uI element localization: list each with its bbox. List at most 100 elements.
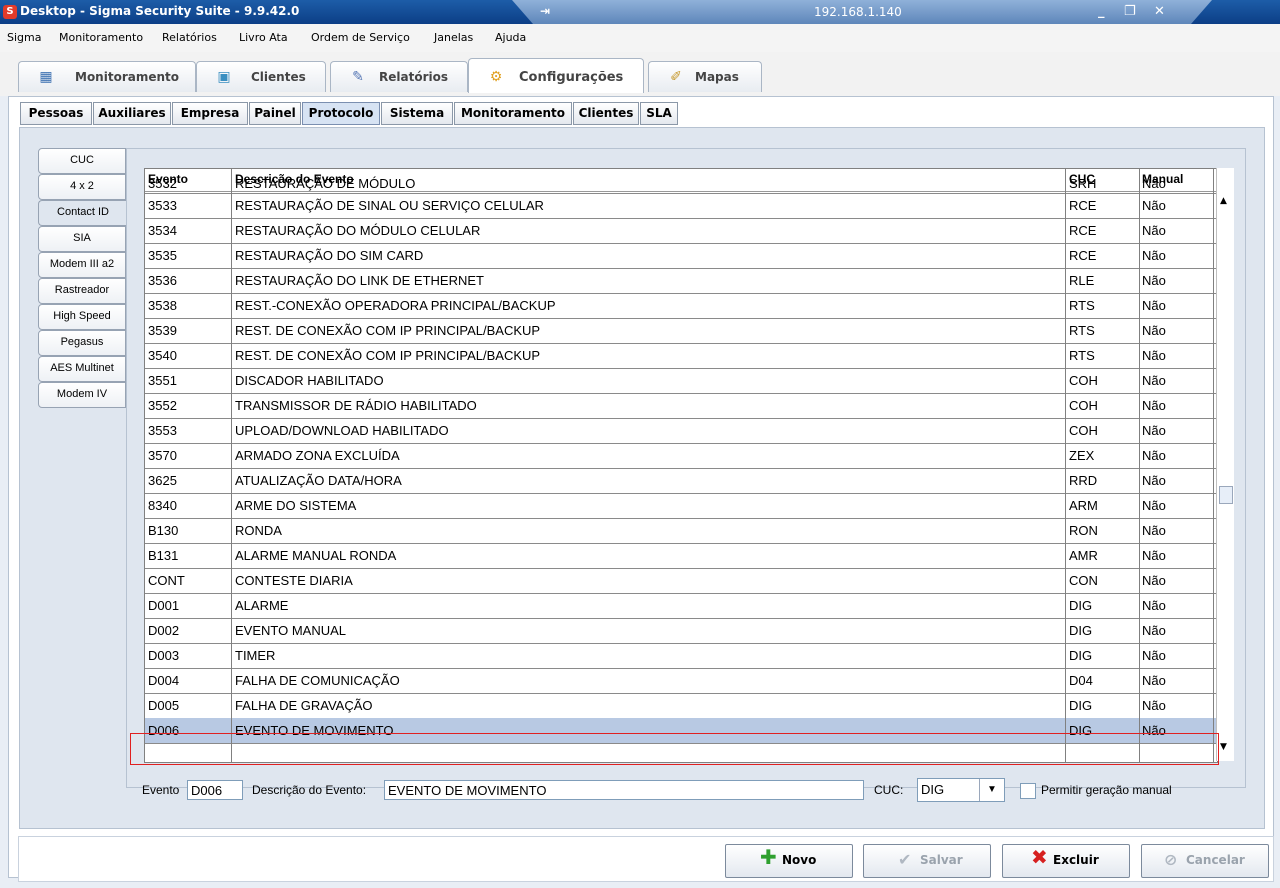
scroll-down-icon[interactable]: ▼ bbox=[1220, 742, 1227, 752]
subtab-sistema[interactable]: Sistema bbox=[381, 102, 453, 125]
protocol-tab-4x2[interactable]: 4 x 2 bbox=[38, 174, 126, 200]
main-tab-bar: ▦ Monitoramento ▣ Clientes ✎ Relatórios … bbox=[0, 52, 1280, 96]
novo-button[interactable]: ✚ Novo bbox=[725, 844, 853, 878]
table-row[interactable]: 3536 RESTAURAÇÃO DO LINK DE ETHERNET RLE Nã… bbox=[145, 268, 1217, 294]
cell-manual: Não bbox=[1142, 273, 1166, 288]
monitoring-icon: ▦ bbox=[39, 69, 53, 85]
cuc-select[interactable]: DIG ▼ bbox=[917, 778, 1005, 802]
tab-label: Relatórios bbox=[379, 70, 448, 84]
cell-cuc: RTS bbox=[1069, 323, 1095, 338]
cell-cuc: RON bbox=[1069, 523, 1098, 538]
cell-desc: RESTAURAÇÃO DE SINAL OU SERVIÇO CELULAR bbox=[235, 198, 544, 213]
table-row-selected[interactable]: D006 EVENTO DE MOVIMENTO DIG Não bbox=[145, 718, 1217, 744]
protocol-tab-sia[interactable]: SIA bbox=[38, 226, 126, 252]
subtab-painel[interactable]: Painel bbox=[249, 102, 301, 125]
protocol-tab-high-speed[interactable]: High Speed bbox=[38, 304, 126, 330]
cell-code: CONT bbox=[148, 573, 185, 588]
cell-desc: ALARME bbox=[235, 598, 289, 613]
edit-form: Evento D006 Descrição do Evento: EVENTO … bbox=[0, 770, 1280, 810]
table-row[interactable]: D001 ALARME DIG Não bbox=[145, 593, 1217, 619]
table-row[interactable]: CONT CONTESTE DIARIA CON Não bbox=[145, 568, 1217, 594]
table-row[interactable]: 3553 UPLOAD/DOWNLOAD HABILITADO COH Não bbox=[145, 418, 1217, 444]
cell-cuc: SRH bbox=[1069, 176, 1097, 191]
table-row[interactable]: 3539 REST. DE CONEXÃO COM IP PRINCIPAL/BA… bbox=[145, 318, 1217, 344]
table-row[interactable]: 8340 ARME DO SISTEMA ARM Não bbox=[145, 493, 1217, 519]
cancelar-button[interactable]: ⊘ Cancelar bbox=[1141, 844, 1269, 878]
tab-configuracoes[interactable]: ⚙ Configurações bbox=[468, 58, 644, 93]
protocol-tab-cuc[interactable]: CUC bbox=[38, 148, 126, 174]
tab-label: Monitoramento bbox=[75, 70, 180, 84]
cell-code: D002 bbox=[148, 623, 180, 638]
minimize-icon[interactable]: _ bbox=[1098, 4, 1105, 19]
subtab-auxiliares[interactable]: Auxiliares bbox=[93, 102, 171, 125]
menu-livro-ata[interactable]: Livro Ata bbox=[239, 31, 288, 44]
cell-manual: Não bbox=[1142, 348, 1166, 363]
subtab-monitoramento[interactable]: Monitoramento bbox=[454, 102, 572, 125]
cell-cuc: RCE bbox=[1069, 198, 1097, 213]
menu-monitoramento[interactable]: Monitoramento bbox=[59, 31, 143, 44]
menu-ajuda[interactable]: Ajuda bbox=[495, 31, 526, 44]
chevron-down-icon[interactable]: ▼ bbox=[979, 779, 1004, 801]
excluir-button[interactable]: ✖ Excluir bbox=[1002, 844, 1130, 878]
subtab-pessoas[interactable]: Pessoas bbox=[20, 102, 92, 125]
tab-monitoramento[interactable]: ▦ Monitoramento bbox=[18, 61, 196, 92]
gear-icon: ⚙ bbox=[489, 69, 503, 85]
cell-code: 3535 bbox=[148, 248, 177, 263]
table-row[interactable]: D003 TIMER DIG Não bbox=[145, 643, 1217, 669]
table-row[interactable]: 3570 ARMADO ZONA EXCLUÍDA ZEX Não bbox=[145, 443, 1217, 469]
table-row[interactable]: D005 FALHA DE GRAVAÇÃO DIG Não bbox=[145, 693, 1217, 719]
tab-clientes[interactable]: ▣ Clientes bbox=[196, 61, 326, 92]
protocol-tab-pegasus[interactable]: Pegasus bbox=[38, 330, 126, 356]
scroll-thumb[interactable] bbox=[1219, 486, 1233, 504]
col-divider bbox=[1139, 169, 1140, 762]
grid-scrollbar[interactable]: ▲ ▼ bbox=[1216, 168, 1234, 761]
protocol-tab-rastreador[interactable]: Rastreador bbox=[38, 278, 126, 304]
menu-janelas[interactable]: Janelas bbox=[434, 31, 473, 44]
menu-bar: Sigma Monitoramento Relatórios Livro Ata… bbox=[0, 24, 1280, 53]
cell-desc: ARME DO SISTEMA bbox=[235, 498, 357, 513]
scroll-up-icon[interactable]: ▲ bbox=[1220, 196, 1227, 206]
cell-manual: Não bbox=[1142, 298, 1166, 313]
evento-field[interactable]: D006 bbox=[187, 780, 243, 800]
table-row[interactable]: B131 ALARME MANUAL RONDA AMR Não bbox=[145, 543, 1217, 569]
protocol-tab-modem-iii-a2[interactable]: Modem III a2 bbox=[38, 252, 126, 278]
salvar-button[interactable]: ✔ Salvar bbox=[863, 844, 991, 878]
descricao-field[interactable]: EVENTO DE MOVIMENTO bbox=[384, 780, 864, 800]
menu-sigma[interactable]: Sigma bbox=[7, 31, 41, 44]
table-row[interactable]: 3533 RESTAURAÇÃO DE SINAL OU SERVIÇO CELU… bbox=[145, 193, 1217, 219]
tab-relatorios[interactable]: ✎ Relatórios bbox=[330, 61, 468, 92]
restore-icon[interactable]: ❐ bbox=[1124, 4, 1136, 19]
protocol-tab-aes-multinet[interactable]: AES Multinet bbox=[38, 356, 126, 382]
cell-code: 3534 bbox=[148, 223, 177, 238]
menu-ordem-servico[interactable]: Ordem de Serviço bbox=[311, 31, 410, 44]
menu-relatorios[interactable]: Relatórios bbox=[162, 31, 217, 44]
table-row[interactable]: D004 FALHA DE COMUNICAÇÃO D04 Não bbox=[145, 668, 1217, 694]
protocol-tab-modem-iv[interactable]: Modem IV bbox=[38, 382, 126, 408]
table-row[interactable]: 3540 REST. DE CONEXÃO COM IP PRINCIPAL/BA… bbox=[145, 343, 1217, 369]
cell-desc: CONTESTE DIARIA bbox=[235, 573, 353, 588]
protocol-tab-contact-id[interactable]: Contact ID bbox=[38, 200, 127, 226]
subtab-clientes[interactable]: Clientes bbox=[573, 102, 639, 125]
tab-mapas[interactable]: ✐ Mapas bbox=[648, 61, 762, 92]
table-row[interactable]: B130 RONDA RON Não bbox=[145, 518, 1217, 544]
table-row[interactable]: 3538 REST.-CONEXÃO OPERADORA PRINCIPAL/BA… bbox=[145, 293, 1217, 319]
subtab-protocolo[interactable]: Protocolo bbox=[302, 102, 380, 125]
cell-code: B131 bbox=[148, 548, 179, 563]
table-row[interactable]: D002 EVENTO MANUAL DIG Não bbox=[145, 618, 1217, 644]
cancelar-button-label: Cancelar bbox=[1186, 853, 1245, 867]
cell-desc: FALHA DE GRAVAÇÃO bbox=[235, 698, 373, 713]
col-divider bbox=[231, 169, 232, 762]
cell-desc: ALARME MANUAL RONDA bbox=[235, 548, 397, 563]
close-icon[interactable]: ✕ bbox=[1154, 4, 1165, 19]
pin-icon[interactable]: ⇥ bbox=[540, 4, 550, 18]
cell-desc: RESTAURAÇÃO DE MÓDULO bbox=[235, 176, 416, 191]
table-row[interactable]: 3552 TRANSMISSOR DE RÁDIO HABILITADO COH Nã… bbox=[145, 393, 1217, 419]
subtab-empresa[interactable]: Empresa bbox=[172, 102, 248, 125]
table-row[interactable]: 3625 ATUALIZAÇÃO DATA/HORA RRD Não bbox=[145, 468, 1217, 494]
events-grid: Evento Descrição do Evento CUC Manual 35… bbox=[144, 168, 1218, 763]
table-row[interactable]: 3534 RESTAURAÇÃO DO MÓDULO CELULAR RCE Não bbox=[145, 218, 1217, 244]
manual-checkbox[interactable] bbox=[1020, 783, 1036, 799]
table-row[interactable]: 3535 RESTAURAÇÃO DO SIM CARD RCE Não bbox=[145, 243, 1217, 269]
table-row[interactable]: 3551 DISCADOR HABILITADO COH Não bbox=[145, 368, 1217, 394]
subtab-sla[interactable]: SLA bbox=[640, 102, 678, 125]
